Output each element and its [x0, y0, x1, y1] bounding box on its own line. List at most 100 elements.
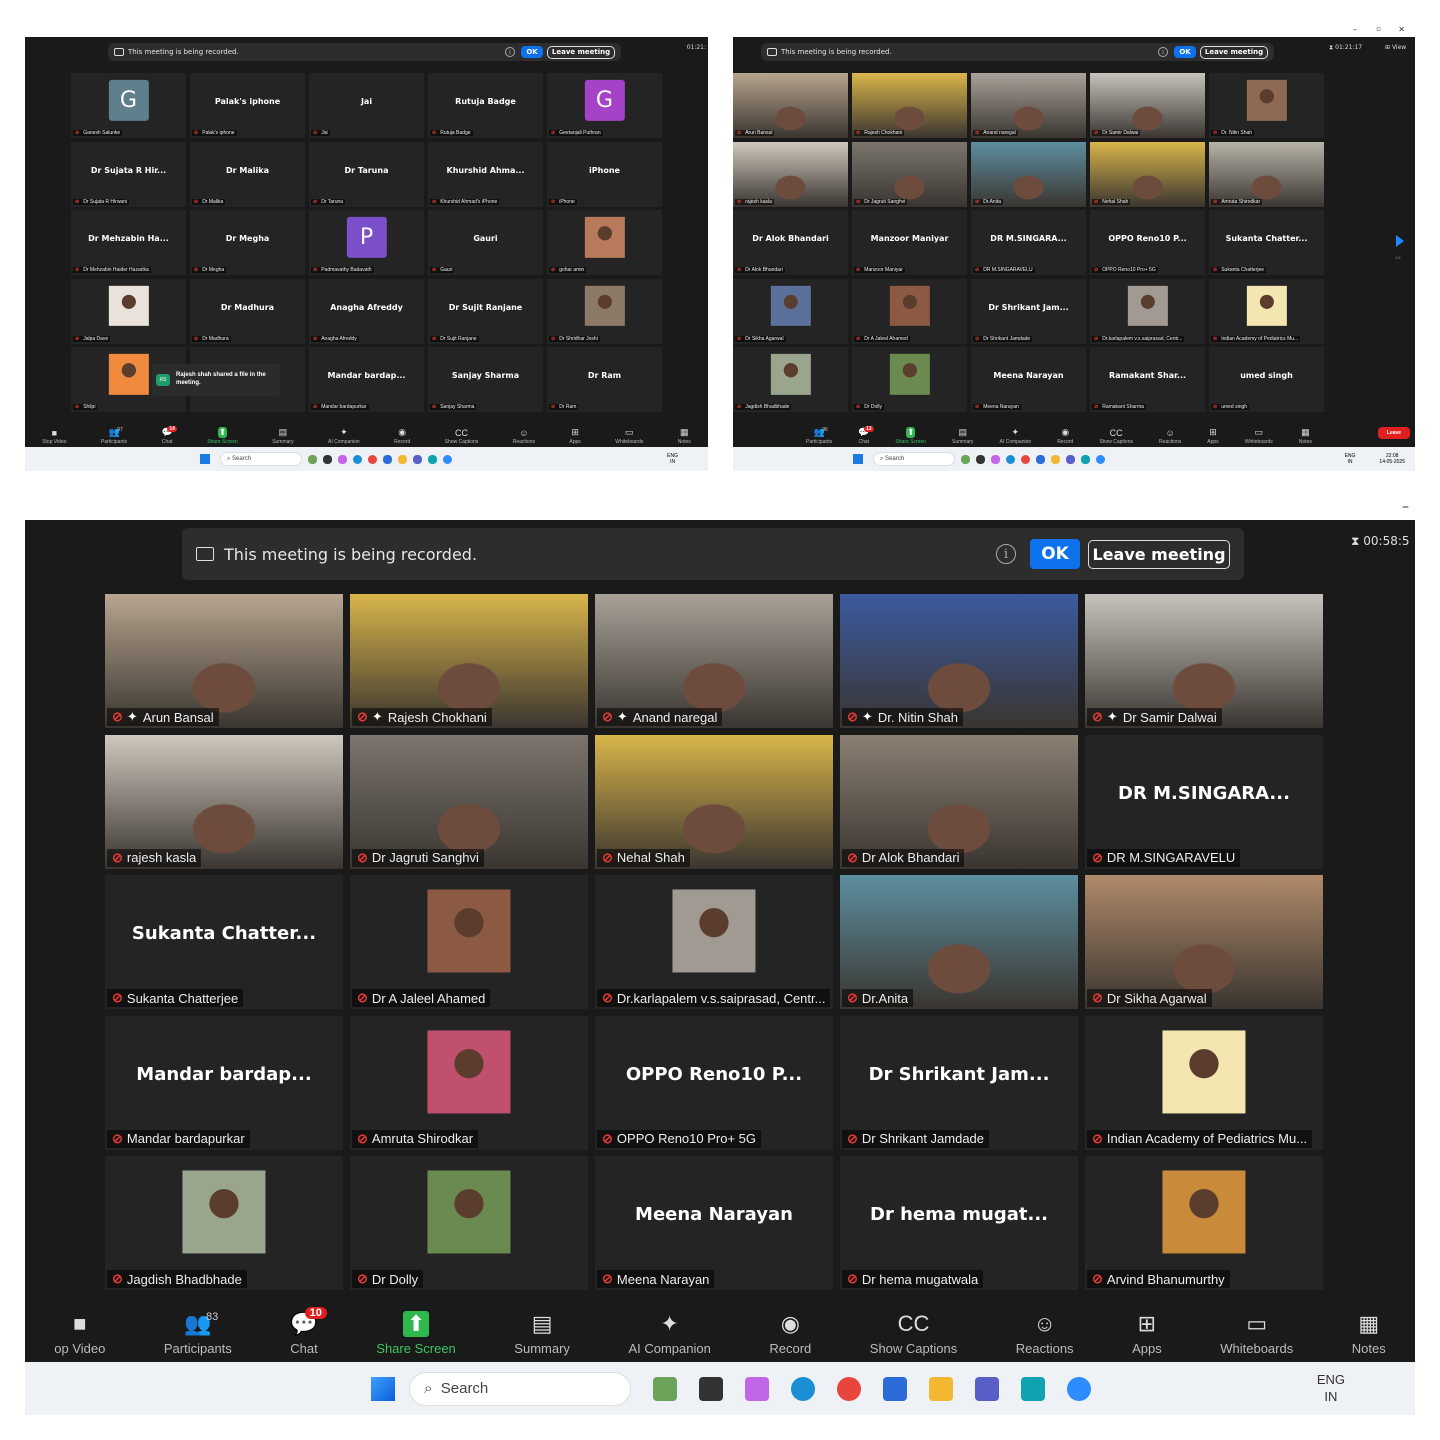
participant-tile-dr-m-singaravelu[interactable]: DR M.SINGARA... ⊘ DR M.SINGARAVELU: [971, 210, 1086, 275]
store-icon[interactable]: [383, 454, 392, 464]
participant-tile-dr-samir-dalwai[interactable]: ⊘ Dr Samir Dalwai: [1090, 73, 1205, 138]
participant-tile-dr-m-singaravelu[interactable]: DR M.SINGARA... ⊘ DR M.SINGARAVELU: [1085, 734, 1323, 869]
participant-tile-dr-dolly[interactable]: ⊘ Dr Dolly: [350, 1156, 588, 1290]
participant-tile-amruta-shirodkar[interactable]: ⊘ Amruta Shirodkar: [1209, 141, 1324, 207]
task-view-icon[interactable]: [976, 454, 985, 464]
chrome-icon[interactable]: [368, 454, 377, 464]
participant-tile-amruta-shirodkar[interactable]: ⊘ Amruta Shirodkar: [350, 1015, 588, 1150]
chat-button[interactable]: 💬 14 Chat: [162, 426, 177, 445]
info-icon[interactable]: i: [996, 544, 1016, 564]
edge-icon[interactable]: [353, 454, 362, 464]
participant-tile-dr-ram[interactable]: Dr Ram ⊘ Dr Ram: [547, 347, 662, 412]
participant-tile-gauri[interactable]: Gauri ⊘ Gauri: [428, 210, 543, 275]
participant-tile-dr-nitin-shah[interactable]: ⊘ Dr. Nitin Shah: [1209, 73, 1324, 138]
ok-button[interactable]: OK: [521, 46, 543, 58]
stop-video-button[interactable]: ■ Stop Video: [42, 428, 66, 445]
copilot-icon[interactable]: [338, 454, 347, 464]
teams-icon[interactable]: [975, 1376, 999, 1401]
participant-tile-mandar-bardapurkar[interactable]: Mandar bardap... ⊘ Mandar bardapurkar: [105, 1015, 343, 1150]
cortana-icon[interactable]: [1081, 454, 1090, 464]
participant-tile-dr-a-jaleel-ahamed[interactable]: ⊘ Dr A Jaleel Ahamed: [350, 875, 588, 1009]
notes-button[interactable]: ▦ Notes: [678, 427, 691, 445]
participant-tile-jai[interactable]: Jai ⊘ Jai: [309, 73, 424, 138]
task-view-icon[interactable]: [323, 454, 332, 464]
participant-tile-sanjay-sharma[interactable]: Sanjay Sharma ⊘ Sanjay Sharma: [428, 347, 543, 412]
whiteboards-button[interactable]: ▭ Whiteboards: [1220, 1311, 1293, 1356]
participant-tile-dr-jagruti-sanghvi[interactable]: ⊘ Dr Jagruti Sanghvi: [852, 141, 967, 207]
participant-tile-dr-sujit-ranjane[interactable]: Dr Sujit Ranjane ⊘ Dr Sujit Ranjane: [428, 278, 543, 344]
participant-tile-padmavathy-badavath[interactable]: P ⊘ Padmavathy Badavath: [309, 210, 424, 275]
copilot-icon[interactable]: [745, 1376, 769, 1401]
ok-button[interactable]: OK: [1174, 46, 1196, 58]
zoom-icon[interactable]: [1096, 454, 1105, 464]
op-video-button[interactable]: ■ op Video: [54, 1311, 105, 1356]
windows-start-icon[interactable]: [371, 1376, 395, 1401]
participant-tile-dr-sujata-r-hirwani[interactable]: Dr Sujata R Hir... ⊘ Dr Sujata R Hirwani: [71, 141, 186, 207]
participant-tile-dr-anita[interactable]: ⊘ Dr.Anita: [971, 141, 1086, 207]
chat-button[interactable]: 💬 10 Chat: [290, 1307, 327, 1356]
record-button[interactable]: ◉ Record: [394, 427, 410, 445]
whiteboards-button[interactable]: ▭ Whiteboards: [615, 427, 643, 445]
participant-tile-manzoor-maniyar[interactable]: Manzoor Maniyar ⊘ Manzoor Maniyar: [852, 210, 967, 275]
share-screen-button[interactable]: ⬆ Share Screen: [207, 427, 238, 445]
participant-tile-dr-karlapalem-v-s-saiprasad-centr[interactable]: ⊘ Dr.karlapalem v.s.saiprasad, Centr...: [595, 875, 833, 1009]
chat-button[interactable]: 💬 13 Chat: [858, 426, 874, 445]
reactions-button[interactable]: ☺ Reactions: [1016, 1311, 1074, 1356]
widgets-icon[interactable]: [961, 454, 970, 464]
participant-tile-dr-alok-bhandari[interactable]: ⊘ Dr Alok Bhandari: [840, 734, 1078, 869]
participant-tile-dr-a-jaleel-ahamed[interactable]: ⊘ Dr A Jaleel Ahamed: [852, 278, 967, 344]
file-explorer-icon[interactable]: [929, 1376, 953, 1401]
teams-icon[interactable]: [413, 454, 422, 464]
zoom-icon[interactable]: [1067, 1376, 1091, 1401]
cortana-icon[interactable]: [1021, 1376, 1045, 1401]
participant-tile-dr-taruna[interactable]: Dr Taruna ⊘ Dr Taruna: [309, 141, 424, 207]
windows-start-icon[interactable]: [853, 454, 863, 464]
view-button[interactable]: ⊞ View: [1385, 44, 1406, 51]
participant-tile-rajesh-chokhani[interactable]: ⊘ ✦ Rajesh Chokhani: [350, 594, 588, 728]
share-screen-button[interactable]: ⬆ Share Screen: [895, 427, 926, 445]
participant-tile-sukanta-chatterjee[interactable]: Sukanta Chatter... ⊘ Sukanta Chatterjee: [1209, 210, 1324, 275]
show-captions-button[interactable]: CC Show Captions: [870, 1311, 957, 1356]
taskbar-search[interactable]: ⌕ Search: [409, 1371, 631, 1406]
reactions-button[interactable]: ☺ Reactions: [1159, 428, 1181, 445]
ok-button[interactable]: OK: [1030, 539, 1080, 569]
notes-button[interactable]: ▦ Notes: [1299, 427, 1312, 445]
chrome-icon[interactable]: [837, 1376, 861, 1401]
participant-tile-dr-megha[interactable]: Dr Megha ⊘ Dr Megha: [190, 210, 305, 275]
participant-tile-dr-mehzabin-haider-hazarika[interactable]: Dr Mehzabin Ha... ⊘ Dr Mehzabin Haider Haz…: [71, 210, 186, 275]
participant-tile-anand-naregal[interactable]: ⊘ ✦ Anand naregal: [595, 594, 833, 728]
participant-tile-dr-anita[interactable]: ⊘ Dr.Anita: [840, 875, 1078, 1009]
participant-tile-indian-academy-of-pediatrics-mu[interactable]: ⊘ Indian Academy of Pediatrics Mu...: [1085, 1015, 1323, 1150]
participant-tile-dr-shrikant-jamdade[interactable]: Dr Shrikant Jam... ⊘ Dr Shrikant Jamdade: [840, 1015, 1078, 1150]
participant-tile-anagha-afreddy[interactable]: Anagha Afreddy ⊘ Anagha Afreddy: [309, 278, 424, 344]
file-explorer-icon[interactable]: [1051, 454, 1060, 464]
next-page-arrow-icon[interactable]: [1396, 235, 1404, 247]
file-explorer-icon[interactable]: [398, 454, 407, 464]
participant-tile-dr-hema-mugatwala[interactable]: Dr hema mugat... ⊘ Dr hema mugatwala: [840, 1156, 1078, 1290]
summary-button[interactable]: ▤ Summary: [952, 427, 973, 445]
participant-tile-rajesh-chokhani[interactable]: ⊘ Rajesh Chokhani: [852, 73, 967, 138]
language-indicator[interactable]: ENG IN: [1345, 453, 1356, 465]
clock[interactable]: 22:08 14-05-2025: [1379, 453, 1405, 465]
close-icon[interactable]: ✕: [1398, 25, 1405, 34]
participant-tile-meena-narayan[interactable]: Meena Narayan ⊘ Meena Narayan: [595, 1156, 833, 1290]
participant-tile-dr-karlapalem-v-s-saiprasad-centr[interactable]: ⊘ Dr.karlapalem v.s.saiprasad, Centr...: [1090, 278, 1205, 344]
store-icon[interactable]: [1036, 454, 1045, 464]
record-button[interactable]: ◉ Record: [1057, 427, 1073, 445]
teams-icon[interactable]: [1066, 454, 1075, 464]
edge-icon[interactable]: [791, 1376, 815, 1401]
participant-tile-nehal-shah[interactable]: ⊘ Nehal Shah: [595, 734, 833, 869]
leave-button[interactable]: Leave: [1378, 427, 1410, 439]
participant-tile-jalpa-dave[interactable]: ⊘ Jalpa Dave: [71, 278, 186, 344]
participant-tile-geetanjali-puthran[interactable]: G ⊘ Geetanjali Puthran: [547, 73, 662, 138]
participant-tile-arun-bansal[interactable]: ⊘ Arun Bansal: [733, 73, 848, 138]
widgets-icon[interactable]: [308, 454, 317, 464]
participant-tile-jagdish-bhadbhade[interactable]: ⊘ Jagdish Bhadbhade: [105, 1156, 343, 1290]
apps-button[interactable]: ⊞ Apps: [1132, 1311, 1162, 1356]
participant-tile-iphone[interactable]: iPhone ⊘ iPhone: [547, 141, 662, 207]
participants-button[interactable]: 👥 96 Participants: [806, 427, 832, 445]
store-icon[interactable]: [883, 1376, 907, 1401]
participant-tile-dr-samir-dalwai[interactable]: ⊘ ✦ Dr Samir Dalwai: [1085, 594, 1323, 728]
leave-meeting-button[interactable]: Leave meeting: [547, 45, 615, 59]
show-captions-button[interactable]: CC Show Captions: [445, 428, 479, 445]
